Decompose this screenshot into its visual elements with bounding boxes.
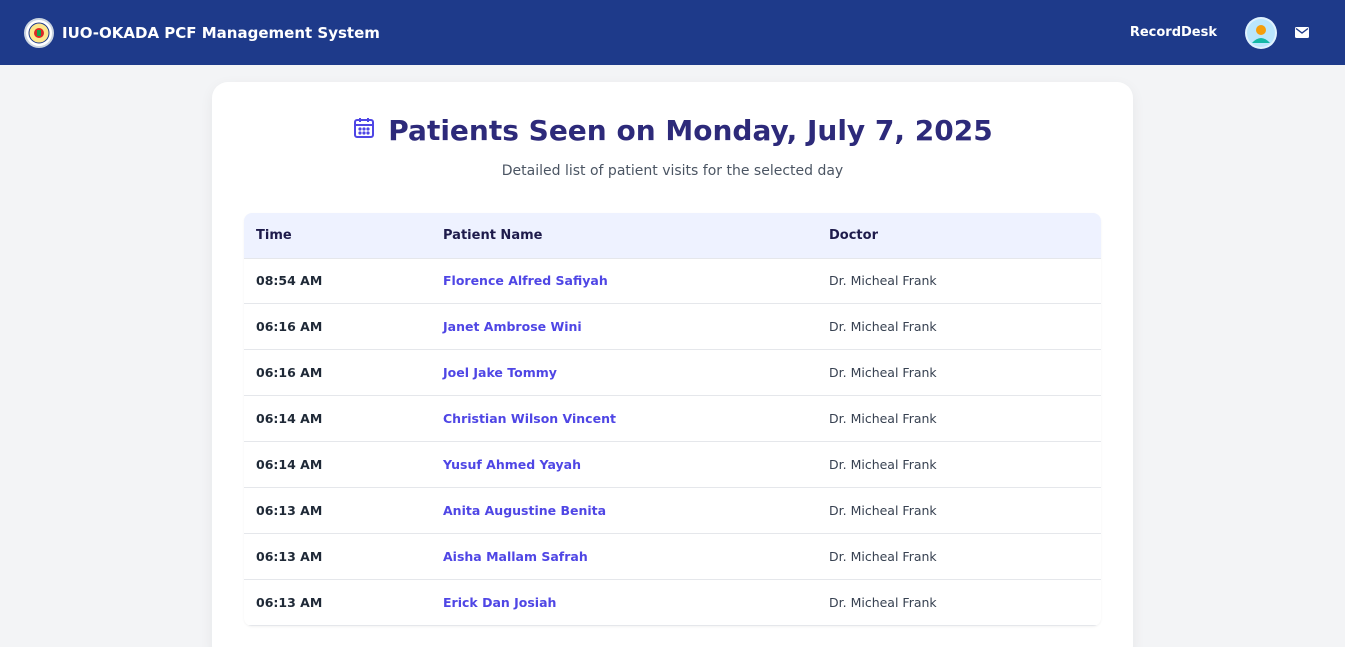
doctor-name: Dr. Micheal Frank xyxy=(817,258,1101,305)
doctor-name: Dr. Micheal Frank xyxy=(817,533,1101,580)
visit-time: 06:13 AM xyxy=(244,533,431,580)
visit-time: 06:13 AM xyxy=(244,579,431,626)
table-row: 06:16 AM Janet Ambrose Wini Dr. Micheal … xyxy=(244,303,1101,351)
table-row: 06:13 AM Aisha Mallam Safrah Dr. Micheal… xyxy=(244,533,1101,580)
table-row: 06:16 AM Joel Jake Tommy Dr. Micheal Fra… xyxy=(244,349,1101,397)
patient-name-link[interactable]: Yusuf Ahmed Yayah xyxy=(431,441,817,488)
doctor-name: Dr. Micheal Frank xyxy=(817,395,1101,443)
brand[interactable]: IUO-OKADA PCF Management System xyxy=(24,17,380,48)
table-row: 06:14 AM Yusuf Ahmed Yayah Dr. Micheal F… xyxy=(244,441,1101,488)
patients-card: Patients Seen on Monday, July 7, 2025 De… xyxy=(212,82,1133,647)
table-body: 08:54 AM Florence Alfred Safiyah Dr. Mic… xyxy=(244,258,1101,626)
patient-name-link[interactable]: Janet Ambrose Wini xyxy=(431,303,817,351)
patient-name-link[interactable]: Aisha Mallam Safrah xyxy=(431,533,817,580)
visit-time: 06:14 AM xyxy=(244,441,431,488)
table-row: 06:13 AM Anita Augustine Benita Dr. Mich… xyxy=(244,487,1101,534)
visit-time: 06:16 AM xyxy=(244,349,431,397)
mail-icon[interactable] xyxy=(1295,27,1309,38)
doctor-name: Dr. Micheal Frank xyxy=(817,579,1101,626)
page-heading: Patients Seen on Monday, July 7, 2025 xyxy=(212,114,1133,147)
page-title: Patients Seen on Monday, July 7, 2025 xyxy=(388,114,993,147)
column-header-patient-name: Patient Name xyxy=(431,213,817,259)
patient-name-link[interactable]: Florence Alfred Safiyah xyxy=(431,258,817,305)
patients-table: Time Patient Name Doctor 08:54 AM Floren… xyxy=(244,213,1101,626)
table-row: 06:13 AM Erick Dan Josiah Dr. Micheal Fr… xyxy=(244,579,1101,626)
table-row: 08:54 AM Florence Alfred Safiyah Dr. Mic… xyxy=(244,258,1101,305)
table-header: Time Patient Name Doctor xyxy=(244,213,1101,259)
patient-name-link[interactable]: Anita Augustine Benita xyxy=(431,487,817,534)
recorddesk-link[interactable]: RecordDesk xyxy=(1130,25,1217,40)
patients-table-wrapper: Time Patient Name Doctor 08:54 AM Floren… xyxy=(244,213,1101,626)
header-row: Time Patient Name Doctor xyxy=(244,213,1101,259)
nav-actions: RecordDesk xyxy=(1130,16,1321,49)
user-avatar[interactable] xyxy=(1245,16,1277,49)
app-title: IUO-OKADA PCF Management System xyxy=(62,23,380,42)
visit-time: 08:54 AM xyxy=(244,258,431,305)
logo-icon xyxy=(24,17,54,48)
doctor-name: Dr. Micheal Frank xyxy=(817,349,1101,397)
page-subtitle: Detailed list of patient visits for the … xyxy=(501,163,844,179)
doctor-name: Dr. Micheal Frank xyxy=(817,487,1101,534)
top-navbar: IUO-OKADA PCF Management System RecordDe… xyxy=(0,0,1345,65)
column-header-doctor: Doctor xyxy=(817,213,1101,259)
patient-name-link[interactable]: Joel Jake Tommy xyxy=(431,349,817,397)
visit-time: 06:13 AM xyxy=(244,487,431,534)
column-header-time: Time xyxy=(244,213,431,259)
table-row: 06:14 AM Christian Wilson Vincent Dr. Mi… xyxy=(244,395,1101,443)
visit-time: 06:16 AM xyxy=(244,303,431,351)
patient-name-link[interactable]: Erick Dan Josiah xyxy=(431,579,817,626)
doctor-name: Dr. Micheal Frank xyxy=(817,441,1101,488)
calendar-icon xyxy=(352,116,376,145)
patient-name-link[interactable]: Christian Wilson Vincent xyxy=(431,395,817,443)
doctor-name: Dr. Micheal Frank xyxy=(817,303,1101,351)
visit-time: 06:14 AM xyxy=(244,395,431,443)
